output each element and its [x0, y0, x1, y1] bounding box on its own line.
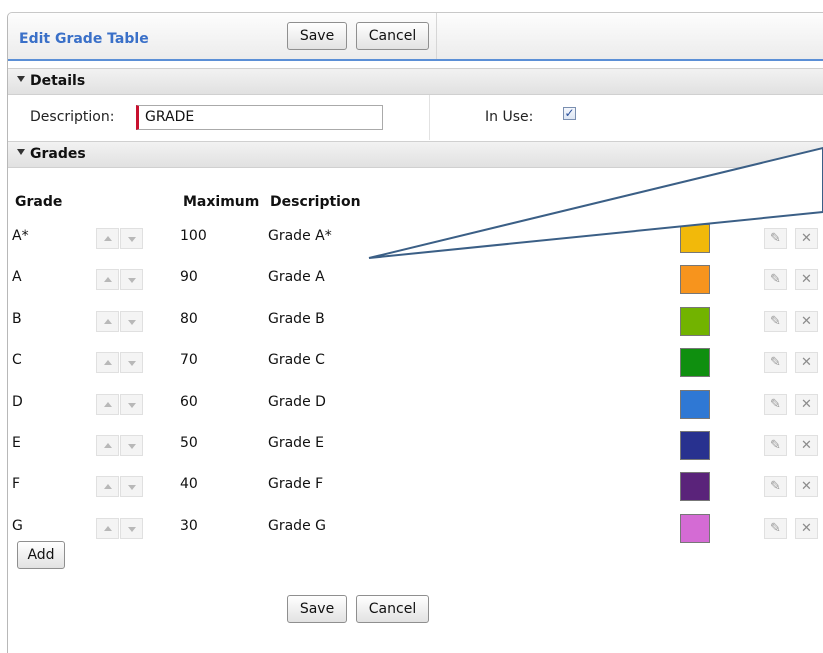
callout-bubble [368, 146, 823, 259]
callout-pointer [368, 146, 823, 259]
